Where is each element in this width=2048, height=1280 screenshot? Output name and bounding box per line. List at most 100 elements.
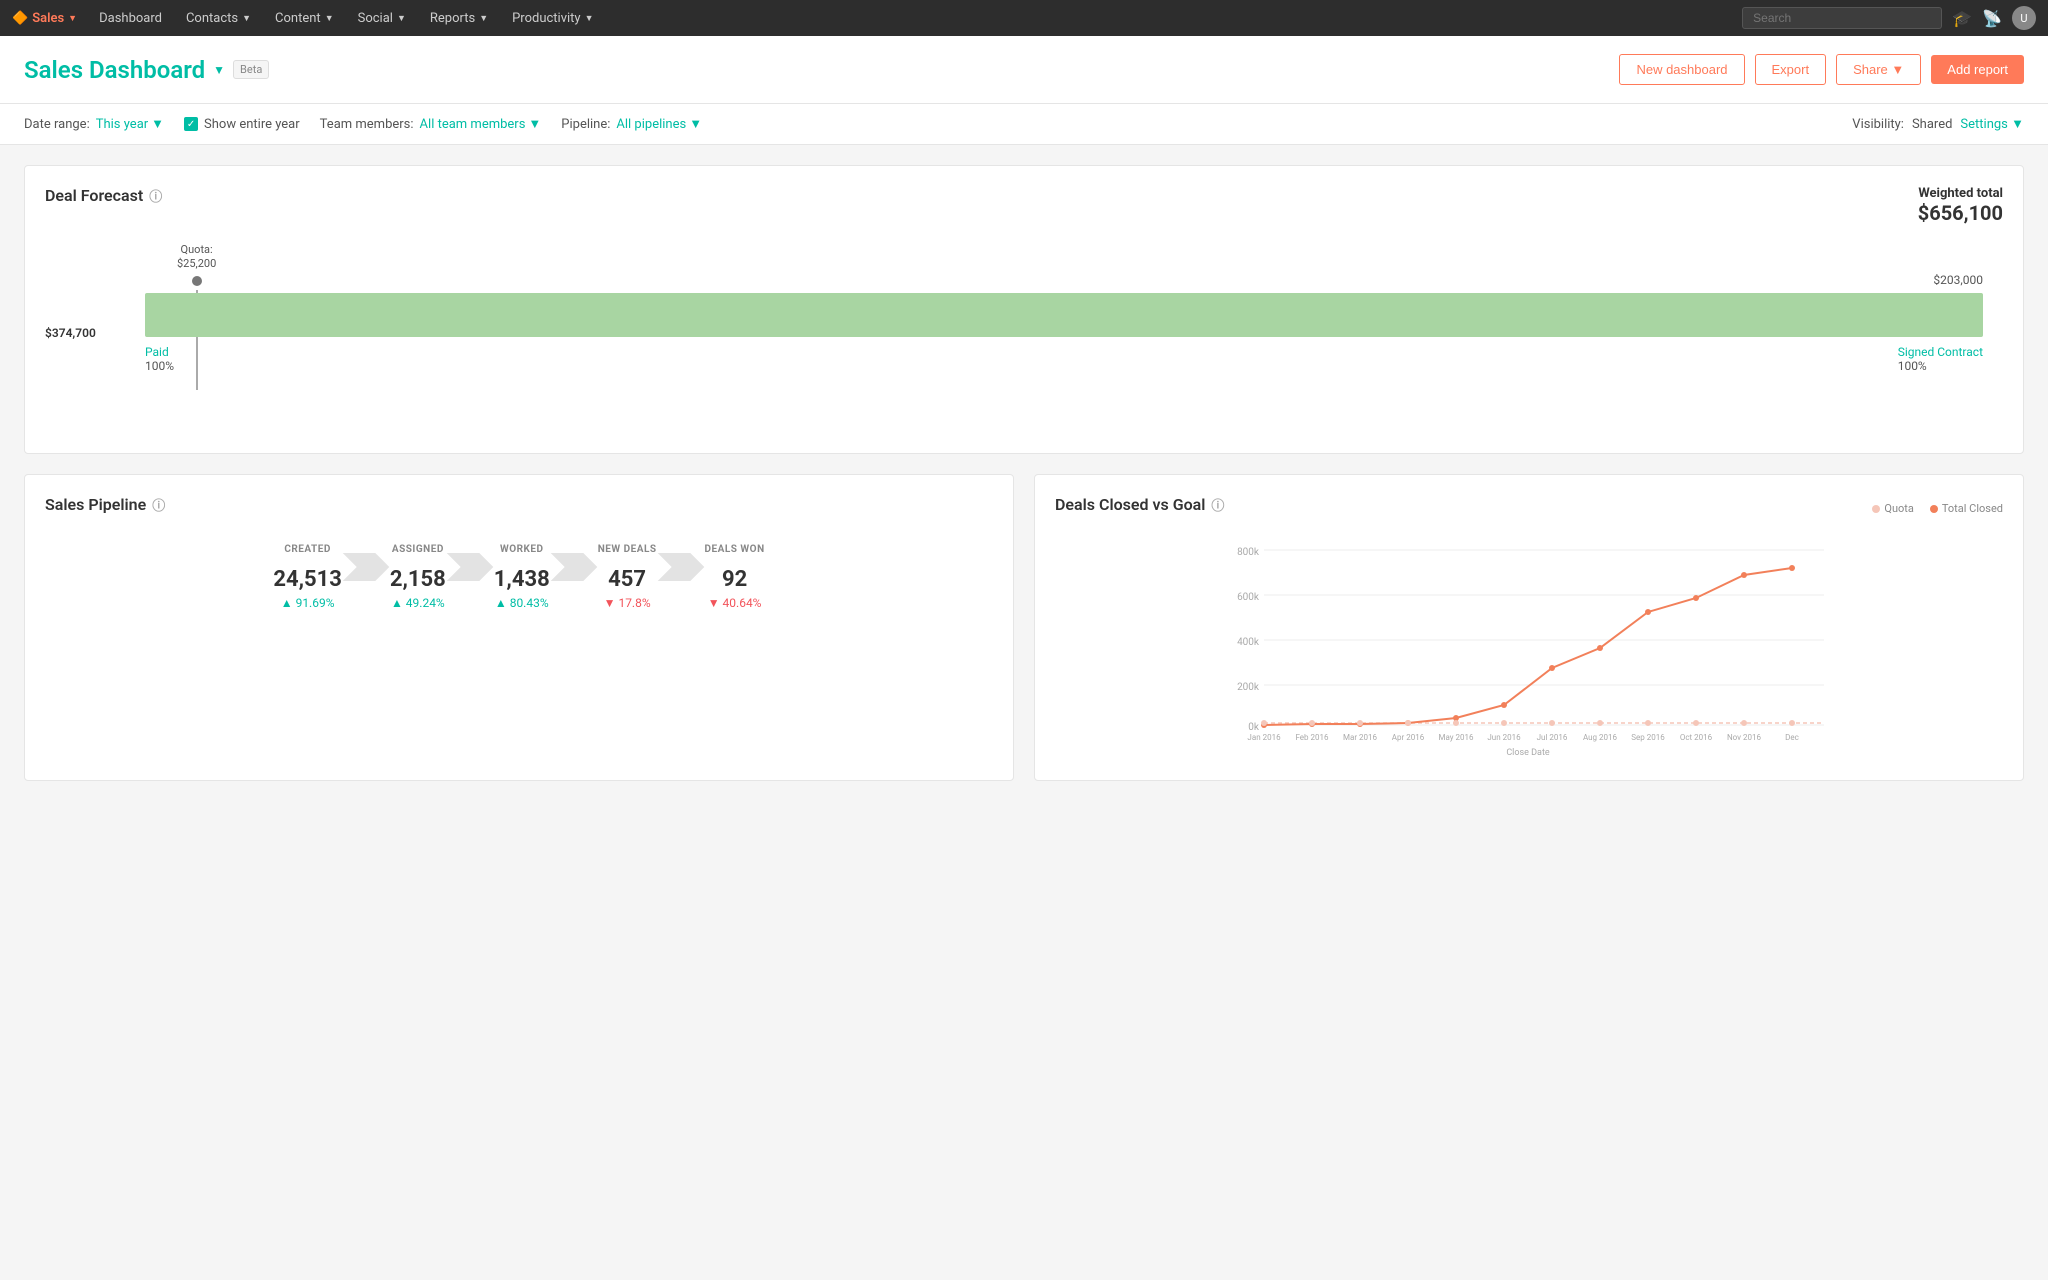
legend-dot (1930, 505, 1938, 513)
legend-dot (1872, 505, 1880, 513)
reports-chevron: ▼ (479, 13, 488, 24)
stage-change: ▲ 49.24% (391, 596, 445, 610)
pipeline-value[interactable]: All pipelines ▼ (616, 116, 702, 132)
date-range-chevron: ▼ (151, 116, 164, 132)
weighted-label: Weighted total (1918, 186, 2003, 201)
share-button[interactable]: Share ▼ (1836, 54, 1921, 85)
top-navigation: 🔶 Sales ▼ Dashboard Contacts ▼ Content ▼… (0, 0, 2048, 36)
sales-pipeline-card: Sales Pipeline ⓘ CREATED 24,513 ▲ 91.69%… (24, 474, 1014, 781)
deals-chart-area: 800k 600k 400k 200k 0k (1055, 540, 2003, 760)
funnel-arrow (550, 553, 598, 581)
stage-value: 2,158 (390, 567, 446, 592)
deal-forecast-title: Deal Forecast ⓘ (45, 186, 162, 205)
team-chevron: ▼ (528, 116, 541, 132)
bar-right-value: $203,000 (1933, 273, 1983, 287)
deal-forecast-info-icon[interactable]: ⓘ (149, 186, 162, 205)
svg-text:Aug 2016: Aug 2016 (1583, 733, 1618, 742)
show-entire-year-label: Show entire year (204, 117, 300, 132)
deal-forecast-card: Deal Forecast ⓘ Weighted total $656,100 … (24, 165, 2024, 454)
bottom-row: Sales Pipeline ⓘ CREATED 24,513 ▲ 91.69%… (24, 474, 2024, 801)
pipeline-filter: Pipeline: All pipelines ▼ (561, 116, 702, 132)
nav-contacts[interactable]: Contacts ▼ (176, 0, 261, 36)
stage-paid-pct: 100% (145, 359, 174, 373)
page-header: Sales Dashboard ▼ Beta New dashboard Exp… (0, 36, 2048, 104)
export-button[interactable]: Export (1755, 54, 1827, 85)
page-title: Sales Dashboard (24, 56, 205, 84)
svg-text:Dec: Dec (1785, 733, 1799, 742)
svg-text:Jan 2016: Jan 2016 (1247, 733, 1281, 742)
contacts-chevron: ▼ (242, 13, 251, 24)
settings-link[interactable]: Settings ▼ (1960, 116, 2024, 132)
team-members-filter: Team members: All team members ▼ (320, 116, 542, 132)
legend-label: Total Closed (1942, 502, 2003, 515)
stage-signed-contract: Signed Contract 100% (1898, 345, 1983, 373)
svg-text:May 2016: May 2016 (1438, 733, 1474, 742)
pipeline-stage-assigned: ASSIGNED 2,158 ▲ 49.24% (390, 544, 446, 610)
nav-productivity[interactable]: Productivity ▼ (502, 0, 603, 36)
show-entire-year-checkbox[interactable]: ✓ (184, 117, 198, 131)
main-content: Deal Forecast ⓘ Weighted total $656,100 … (0, 145, 2048, 821)
svg-text:Close Date: Close Date (1506, 748, 1550, 758)
nav-content[interactable]: Content ▼ (265, 0, 344, 36)
svg-text:Mar 2016: Mar 2016 (1343, 733, 1378, 742)
page-title-dropdown[interactable]: ▼ (213, 63, 225, 77)
legend-label: Quota (1884, 502, 1914, 515)
svg-text:600k: 600k (1237, 592, 1260, 603)
nav-social[interactable]: Social ▼ (348, 0, 416, 36)
pipeline-chevron: ▼ (689, 116, 702, 132)
team-members-value[interactable]: All team members ▼ (420, 116, 542, 132)
weighted-total: Weighted total $656,100 (1918, 186, 2003, 225)
funnel-arrow (342, 553, 390, 581)
chart-legend: Quota Total Closed (1872, 502, 2003, 515)
weighted-amount: $656,100 (1918, 201, 2003, 225)
deals-closed-card: Deals Closed vs Goal ⓘ Quota Total Closed… (1034, 474, 2024, 781)
search-input[interactable] (1742, 7, 1942, 29)
stage-value: 1,438 (494, 567, 550, 592)
legend-item: Total Closed (1930, 502, 2003, 515)
deals-closed-info-icon[interactable]: ⓘ (1211, 495, 1224, 514)
svg-text:Jun 2016: Jun 2016 (1487, 733, 1521, 742)
deals-chart-svg: 800k 600k 400k 200k 0k (1055, 540, 2003, 760)
svg-text:Jul 2016: Jul 2016 (1537, 733, 1568, 742)
stage-signed-name[interactable]: Signed Contract (1898, 345, 1983, 359)
productivity-chevron: ▼ (585, 13, 594, 24)
notification-icon[interactable]: 📡 (1982, 9, 2002, 28)
visibility-group: Visibility: Shared Settings ▼ (1852, 116, 2024, 132)
pipeline-stage-new-deals: NEW DEALS 457 ▼ 17.8% (598, 544, 657, 610)
stage-header: ASSIGNED (392, 544, 444, 555)
date-range-value[interactable]: This year ▼ (96, 116, 164, 132)
stage-value: 92 (722, 567, 747, 592)
graduation-icon[interactable]: 🎓 (1952, 9, 1972, 28)
svg-text:Feb 2016: Feb 2016 (1295, 733, 1329, 742)
beta-badge: Beta (233, 60, 269, 79)
bar-left-value: $374,700 (45, 326, 96, 340)
date-range-filter: Date range: This year ▼ (24, 116, 164, 132)
deals-closed-title: Deals Closed vs Goal ⓘ (1055, 495, 1224, 514)
nav-dashboard[interactable]: Dashboard (89, 0, 172, 36)
svg-text:200k: 200k (1237, 682, 1260, 693)
quota-amount: $25,200 (177, 257, 216, 270)
new-dashboard-button[interactable]: New dashboard (1619, 54, 1744, 85)
avatar[interactable]: U (2012, 6, 2036, 30)
nav-reports[interactable]: Reports ▼ (420, 0, 498, 36)
pipeline-stage-deals-won: DEALS WON 92 ▼ 40.64% (705, 544, 765, 610)
stage-value: 457 (608, 567, 646, 592)
svg-text:800k: 800k (1237, 547, 1260, 558)
stage-change: ▼ 40.64% (708, 596, 762, 610)
share-chevron: ▼ (1891, 62, 1904, 77)
nav-right-group: 🎓 📡 U (1742, 6, 2036, 30)
funnel-arrow (657, 553, 705, 581)
page-title-group: Sales Dashboard ▼ Beta (24, 56, 269, 84)
stage-value: 24,513 (273, 567, 342, 592)
filter-bar: Date range: This year ▼ ✓ Show entire ye… (0, 104, 2048, 145)
stage-paid-name[interactable]: Paid (145, 345, 174, 359)
pipeline-info-icon[interactable]: ⓘ (152, 495, 165, 514)
visibility-value: Shared (1912, 117, 1952, 132)
svg-text:Oct 2016: Oct 2016 (1680, 733, 1713, 742)
pipeline-stages: CREATED 24,513 ▲ 91.69% ASSIGNED 2,158 ▲… (45, 544, 993, 610)
add-report-button[interactable]: Add report (1931, 55, 2024, 84)
stage-change: ▲ 80.43% (495, 596, 549, 610)
brand-chevron: ▼ (68, 13, 77, 24)
nav-brand[interactable]: 🔶 Sales ▼ (12, 11, 77, 26)
svg-text:0k: 0k (1248, 722, 1260, 733)
